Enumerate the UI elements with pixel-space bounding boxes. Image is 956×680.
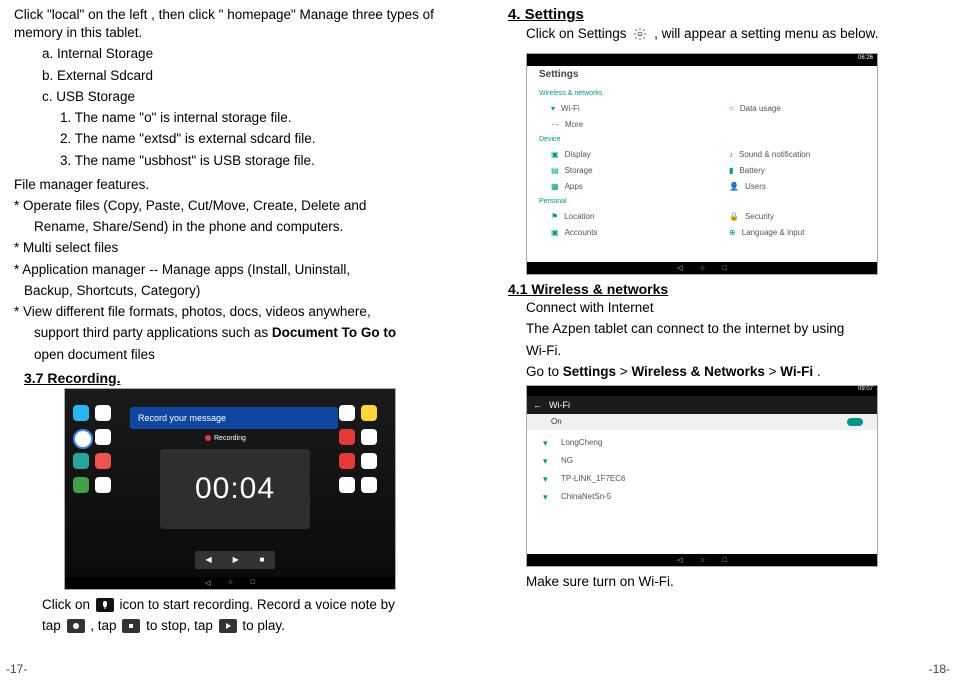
row-more: ⋯More [551, 120, 867, 129]
list-1: 1. The name "o" is internal storage file… [14, 109, 464, 127]
recording-screenshot: Record your message Recording 00:04 ◀▶■ … [64, 388, 396, 590]
feature-4b-bold: Document To Go to [272, 325, 396, 340]
page-18: 4. Settings Click on Settings , will app… [478, 0, 956, 680]
recording-label: Recording [205, 435, 246, 442]
section-4-text-b: , will appear a setting menu as below. [654, 26, 878, 41]
feature-4a: * View different file formats, photos, d… [14, 303, 464, 321]
row-apps: ▦Apps👤Users [551, 182, 867, 191]
list-b: b. External Sdcard [14, 67, 464, 85]
settings-gear-icon [632, 26, 648, 42]
category-personal: Personal [539, 198, 567, 205]
app-icons-left [73, 405, 121, 495]
row-display: ▣Display♪Sound & notification [551, 150, 867, 159]
category-wireless: Wireless & networks [539, 90, 602, 97]
row-accounts: ▣Accounts⊕Language & input [551, 228, 867, 237]
network-2: NG [561, 456, 573, 465]
row-wifi: ▾Wi-Fi○Data usage [551, 104, 867, 113]
section-4-title: 4. Settings [508, 6, 946, 23]
page-number-18: -18- [929, 662, 950, 676]
list-2: 2. The name "extsd" is external sdcard f… [14, 130, 464, 148]
feature-4c: open document files [14, 346, 464, 364]
s41-line-a: Connect with Internet [498, 299, 946, 317]
recording-text-1b: icon to start recording. Record a voice … [120, 597, 395, 612]
record-icon [96, 598, 114, 612]
play-icon [219, 619, 237, 633]
row-storage: ▤Storage▮Battery [551, 166, 867, 175]
page-17: Click "local" on the left , then click "… [0, 0, 478, 680]
wifi-on-row: On [527, 414, 877, 430]
wifi-note: Make sure turn on Wi-Fi. [498, 573, 946, 591]
row-location: ⚑Location🔒Security [551, 212, 867, 221]
s41-line-c: Wi-Fi. [498, 342, 946, 360]
list-c: c. USB Storage [14, 88, 464, 106]
recording-text-2c: to stop, tap [146, 618, 217, 633]
stop-icon [122, 619, 140, 633]
recording-bar: Record your message [130, 407, 338, 429]
network-1: LongCheng [561, 438, 602, 447]
settings-header: Settings [527, 66, 877, 84]
intro-text: Click "local" on the left , then click "… [14, 6, 464, 42]
section-3-7-title: 3.7 Recording. [24, 370, 464, 386]
feature-4b: support third party applications such as… [14, 324, 464, 342]
section-4-1-title: 4.1 Wireless & networks [508, 281, 946, 297]
feature-3a: * Application manager -- Manage apps (In… [14, 261, 464, 279]
recording-text-2b: , tap [90, 618, 120, 633]
statusbar-clock-2: 09:07 [858, 386, 873, 392]
feature-1b: Rename, Share/Send) in the phone and com… [14, 218, 464, 236]
android-navbar: ◁○□ [65, 577, 395, 589]
s41-line-b: The Azpen tablet can connect to the inte… [498, 320, 946, 338]
network-4: ChinaNetSn-5 [561, 492, 611, 501]
wifi-screenshot: 09:07 Wi-Fi On ▾LongCheng ▾NG ▾TP-LINK_1… [526, 385, 878, 567]
s41-line-d: Go to Settings > Wireless & Networks > W… [498, 363, 946, 381]
page-number-17: -17- [6, 662, 27, 676]
wifi-toggle-icon [847, 418, 863, 426]
android-navbar-3: ◁○□ [527, 554, 877, 566]
feature-1a: * Operate files (Copy, Paste, Cut/Move, … [14, 197, 464, 215]
recording-controls: ◀▶■ [195, 551, 275, 569]
feature-4b-text: support third party applications such as [34, 325, 272, 340]
recording-text-2a: tap [42, 618, 65, 633]
network-3: TP-LINK_1F7EC6 [561, 474, 625, 483]
section-4-text: Click on Settings , will appear a settin… [498, 25, 946, 43]
feature-2: * Multi select files [14, 239, 464, 257]
features-title: File manager features. [14, 176, 464, 194]
list-a: a. Internal Storage [14, 45, 464, 63]
statusbar-clock: 06:26 [858, 55, 873, 61]
android-navbar-2: ◁○□ [527, 262, 877, 274]
tap-record-icon [67, 619, 85, 633]
app-icons-right [339, 405, 387, 495]
recording-text-2: tap , tap to stop, tap to play. [14, 617, 464, 635]
list-3: 3. The name "usbhost" is USB storage fil… [14, 152, 464, 170]
recording-timer: 00:04 [160, 449, 310, 529]
recording-text-2d: to play. [242, 618, 285, 633]
section-4-text-a: Click on Settings [526, 26, 630, 41]
category-device: Device [539, 136, 560, 143]
recording-text-1a: Click on [42, 597, 94, 612]
wifi-header: Wi-Fi [527, 396, 877, 414]
feature-3b: Backup, Shortcuts, Category) [14, 282, 464, 300]
settings-screenshot: 06:26 Settings Wireless & networks ▾Wi-F… [526, 53, 878, 275]
recording-text-1: Click on icon to start recording. Record… [14, 596, 464, 614]
